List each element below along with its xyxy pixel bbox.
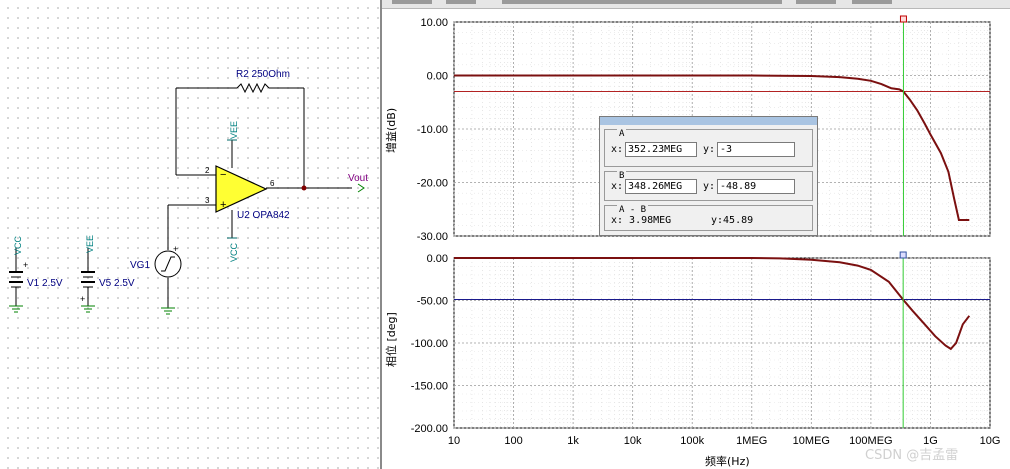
cursor-a-y-field[interactable]: -3 bbox=[717, 142, 795, 157]
phase-plot[interactable]: 0.00 -50.00 -100.00 -150.00 -200.0010 100 1k 10… bbox=[411, 251, 1001, 447]
phase-ytick-label: -100.00 bbox=[411, 338, 448, 350]
cursor-b-x-field[interactable]: 348.26MEG bbox=[625, 179, 697, 194]
cursor-b-y-label: y: bbox=[703, 181, 716, 192]
x-tick-label: 10G bbox=[980, 435, 1001, 447]
gain-ytick-label: -30.00 bbox=[417, 231, 448, 243]
watermark: CSDN @吉孟雷 bbox=[865, 448, 959, 463]
cursor-b-x-label: x: bbox=[611, 181, 624, 192]
gain-ytick-label: 0.00 bbox=[427, 71, 448, 83]
bode-plots: 10.00 0.00 -10.00 -20.00 -30.00 0.00 -50.00 -1… bbox=[384, 15, 1001, 468]
phase-ytick-label: -50.00 bbox=[417, 296, 448, 308]
x-tick-label: 100 bbox=[504, 435, 522, 447]
gain-ylabel: 增益(dB) bbox=[384, 108, 398, 153]
cursor-a-y-label: y: bbox=[703, 144, 716, 155]
cursor-a-x-field[interactable]: 352.23MEG bbox=[625, 142, 697, 157]
x-axis-label: 频率(Hz) bbox=[705, 454, 750, 468]
cursor-b-group: B x: 348.26MEG y: -48.89 bbox=[604, 171, 813, 201]
x-tick-label: 100k bbox=[680, 435, 704, 447]
phase-ytick-label: 0.00 bbox=[427, 253, 448, 265]
panel-titlebar[interactable] bbox=[600, 117, 817, 125]
gain-cursor-marker bbox=[899, 15, 907, 23]
cursor-a-label: A bbox=[617, 129, 627, 139]
phase-ylabel: 相位 [deg] bbox=[384, 312, 398, 367]
x-tick-label: 10k bbox=[624, 435, 642, 447]
cursor-a-group: A x: 352.23MEG y: -3 bbox=[604, 129, 813, 167]
cursor-diff-group: A - B x: 3.98MEG y:45.89 bbox=[604, 205, 813, 231]
x-tick-label: 10 bbox=[448, 435, 460, 447]
cursor-diff-label: A - B bbox=[617, 205, 649, 215]
x-tick-label: 10MEG bbox=[793, 435, 830, 447]
phase-ytick-label: -200.00 bbox=[411, 423, 448, 435]
gain-ytick-label: 10.00 bbox=[420, 17, 448, 29]
cursor-diff-x: x: 3.98MEG bbox=[611, 215, 672, 226]
x-tick-label: 1MEG bbox=[736, 435, 767, 447]
gain-ytick-label: -20.00 bbox=[417, 178, 448, 190]
cursor-b-y-field[interactable]: -48.89 bbox=[717, 179, 795, 194]
phase-cursor-marker bbox=[899, 251, 907, 259]
gain-ytick-label: -10.00 bbox=[417, 124, 448, 136]
cursor-readout-panel[interactable]: A x: 352.23MEG y: -3 B x: 348.26MEG y: -… bbox=[599, 116, 818, 236]
x-tick-label: 1k bbox=[567, 435, 579, 447]
cursor-diff-y: y:45.89 bbox=[711, 215, 754, 226]
cursor-a-x-label: x: bbox=[611, 144, 624, 155]
phase-ytick-label: -150.00 bbox=[411, 381, 448, 393]
